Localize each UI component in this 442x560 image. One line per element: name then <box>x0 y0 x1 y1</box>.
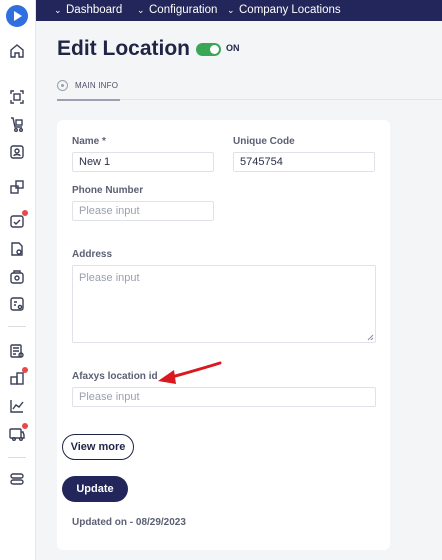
chevron-down-icon: ⌄ <box>54 5 62 15</box>
home-icon[interactable] <box>8 42 26 60</box>
breadcrumb-item-dashboard[interactable]: ⌄ Dashboard <box>54 2 122 18</box>
unique-code-field[interactable] <box>233 152 375 172</box>
building-icon[interactable] <box>8 367 28 387</box>
tab-main-info[interactable]: MAIN INFO <box>57 76 120 101</box>
breadcrumb-label: Configuration <box>149 4 218 16</box>
breadcrumb-label: Company Locations <box>239 4 341 16</box>
breadcrumb-item-company-locations[interactable]: ⌄ Company Locations <box>227 2 341 18</box>
status-toggle[interactable] <box>196 43 221 56</box>
status-toggle-label: ON <box>226 43 240 53</box>
toggle-knob <box>210 45 219 54</box>
boxes-icon[interactable] <box>8 178 26 196</box>
page-title: Edit Location <box>57 37 190 60</box>
app-logo-icon[interactable] <box>6 5 28 27</box>
breadcrumb-label: Dashboard <box>66 4 123 16</box>
annotation-arrow-icon <box>158 361 222 384</box>
address-label: Address <box>72 249 113 260</box>
tab-divider <box>120 99 442 100</box>
afaxys-id-label: Afaxys location id <box>72 371 158 382</box>
truck-icon[interactable] <box>8 423 28 443</box>
radio-circle-icon <box>57 80 68 91</box>
inventory-icon[interactable] <box>8 115 26 133</box>
notification-badge <box>22 423 28 429</box>
update-button[interactable]: Update <box>62 476 128 502</box>
unique-code-label: Unique Code <box>233 136 295 147</box>
tab-label: MAIN INFO <box>75 81 119 90</box>
scan-icon[interactable] <box>8 88 26 106</box>
phone-label: Phone Number <box>72 185 144 196</box>
left-sidebar <box>0 0 36 560</box>
phone-field[interactable] <box>72 201 214 221</box>
updated-on-text: Updated on - 08/29/2023 <box>72 517 186 528</box>
view-more-button[interactable]: View more <box>62 434 134 460</box>
settings-card-icon[interactable] <box>8 295 26 313</box>
name-label: Name * <box>72 136 106 147</box>
chevron-down-icon: ⌄ <box>227 5 235 15</box>
user-card-icon[interactable] <box>8 143 26 161</box>
chevron-down-icon: ⌄ <box>137 5 145 15</box>
document-settings-icon[interactable] <box>8 240 26 258</box>
cart-icon[interactable] <box>8 268 26 286</box>
analytics-icon[interactable] <box>8 397 26 415</box>
name-field[interactable] <box>72 152 214 172</box>
notification-badge <box>22 210 28 216</box>
reports-icon[interactable] <box>8 342 26 360</box>
sidebar-divider <box>8 326 26 327</box>
address-field[interactable] <box>72 265 376 343</box>
sidebar-divider <box>8 457 26 458</box>
resize-handle-icon[interactable] <box>367 334 374 341</box>
breadcrumb: ⌄ Dashboard ⌄ Configuration ⌄ Company Locat… <box>36 0 442 21</box>
checklist-icon[interactable] <box>8 210 28 230</box>
notification-badge <box>22 367 28 373</box>
toggle-settings-icon[interactable] <box>8 470 26 488</box>
breadcrumb-item-configuration[interactable]: ⌄ Configuration <box>137 2 217 18</box>
afaxys-id-field[interactable] <box>72 387 376 407</box>
